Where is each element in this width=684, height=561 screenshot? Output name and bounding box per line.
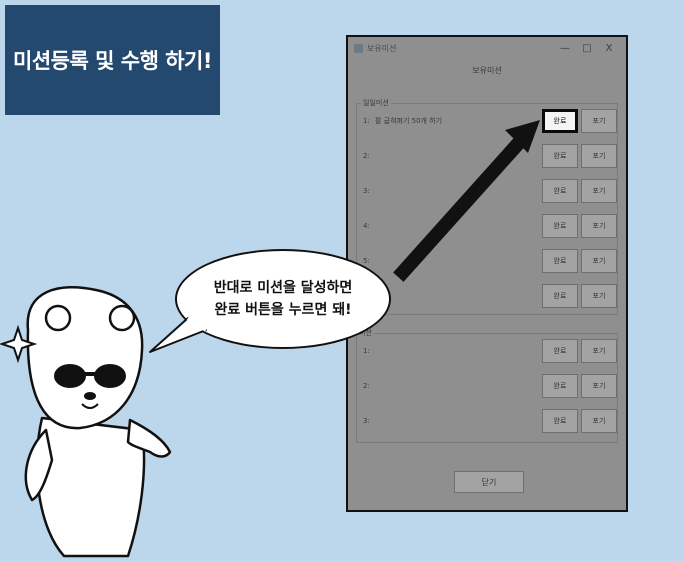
mission-row: 2: 완료 포기 [357, 143, 617, 169]
complete-button[interactable]: 완료 [542, 374, 578, 398]
giveup-button[interactable]: 포기 [581, 339, 617, 363]
mission-row: 4: 완료 포기 [357, 213, 617, 239]
mission-row: 1: 완료 포기 [357, 338, 617, 364]
window-titlebar: 보유미션 — □ X [348, 37, 626, 59]
row-number: 2: [363, 152, 370, 160]
giveup-button[interactable]: 포기 [581, 284, 617, 308]
group-legend: 일일미션 [361, 98, 391, 108]
giveup-button[interactable]: 포기 [581, 409, 617, 433]
sparkle-icon [0, 324, 38, 364]
complete-button[interactable]: 완료 [542, 214, 578, 238]
window-title: 보유미션 [367, 43, 397, 53]
mission-group-2: 미션 1: 완료 포기 2: 완료 포기 3: 완료 포기 [356, 328, 618, 443]
row-number: 1: [363, 347, 370, 355]
sunglasses-left [54, 364, 86, 388]
row-number: 5: [363, 257, 370, 265]
title-banner: 미션등록 및 수행 하기! [5, 5, 220, 115]
mission-row: 3: 완료 포기 [357, 178, 617, 204]
row-number: 3: [363, 187, 370, 195]
complete-button[interactable]: 완료 [542, 249, 578, 273]
complete-button[interactable]: 완료 [542, 179, 578, 203]
daily-mission-group: 일일미션 1: 팔 굽혀펴기 50개 하기 완료 포기 2: 완료 포기 3: … [356, 98, 618, 315]
row-number: 1: [363, 117, 370, 125]
giveup-button[interactable]: 포기 [581, 109, 617, 133]
row-number: 2: [363, 382, 370, 390]
complete-button[interactable]: 완료 [542, 409, 578, 433]
close-window-button[interactable]: X [598, 43, 620, 54]
maximize-button[interactable]: □ [576, 43, 598, 54]
banner-title: 미션등록 및 수행 하기! [13, 49, 212, 73]
complete-button[interactable]: 완료 [542, 109, 578, 133]
speech-bubble: 반대로 미션을 달성하면 완료 버튼을 누르면 돼! [175, 249, 391, 349]
mission-row: 완료 포기 [357, 283, 617, 309]
bubble-line-2: 완료 버튼을 누르면 돼! [214, 302, 352, 318]
sunglasses-right [94, 364, 126, 388]
close-button[interactable]: 닫기 [454, 471, 524, 493]
complete-button[interactable]: 완료 [542, 144, 578, 168]
mission-row: 3: 완료 포기 [357, 408, 617, 434]
mission-text: 팔 굽혀펴기 50개 하기 [375, 117, 443, 125]
mission-row: 2: 완료 포기 [357, 373, 617, 399]
mission-row: 5: 완료 포기 [357, 248, 617, 274]
row-number: 4: [363, 222, 370, 230]
giveup-button[interactable]: 포기 [581, 249, 617, 273]
minimize-button[interactable]: — [554, 43, 576, 54]
window-heading: 보유미션 [472, 66, 502, 75]
giveup-button[interactable]: 포기 [581, 144, 617, 168]
mission-window: 보유미션 — □ X 보유미션 일일미션 1: 팔 굽혀펴기 50개 하기 완료… [346, 35, 628, 512]
mission-row: 1: 팔 굽혀펴기 50개 하기 완료 포기 [357, 108, 617, 134]
giveup-button[interactable]: 포기 [581, 179, 617, 203]
row-number: 3: [363, 417, 370, 425]
giveup-button[interactable]: 포기 [581, 374, 617, 398]
app-icon [354, 43, 363, 53]
complete-button[interactable]: 완료 [542, 339, 578, 363]
complete-button[interactable]: 완료 [542, 284, 578, 308]
giveup-button[interactable]: 포기 [581, 214, 617, 238]
bubble-line-1: 반대로 미션을 달성하면 [213, 280, 353, 296]
